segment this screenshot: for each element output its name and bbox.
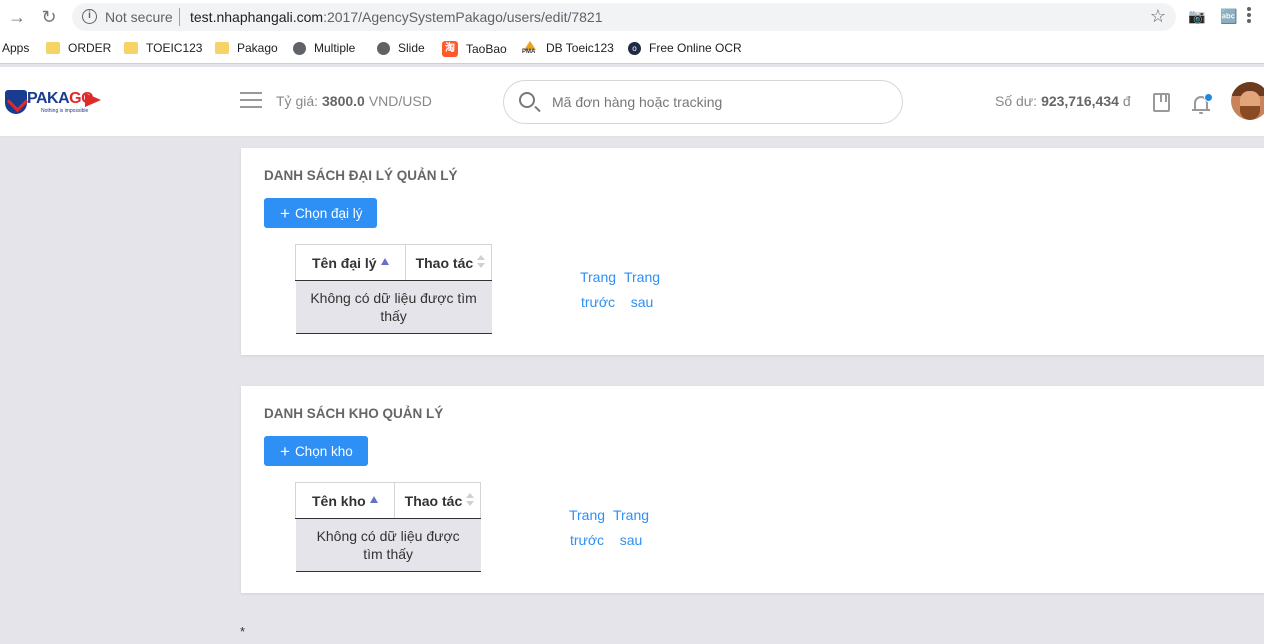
previous-page-link[interactable]: Trang trước [577,265,619,315]
choose-warehouse-button[interactable]: + Chọn kho [264,436,368,466]
table-row: Không có dữ liệu được tìm thấy [295,518,481,572]
warehouse-empty-message: Không có dữ liệu được tìm thấy [295,518,481,572]
url-host: test.nhaphangali.com [190,9,324,25]
bookmark-label: TaoBao [466,42,507,56]
bookmark-multiple[interactable]: Multiple [293,41,355,55]
bookmarks-bar: Apps ORDER TOEIC123 Pakago Multiple Slid… [0,34,1264,64]
next-page-link[interactable]: Trang sau [611,503,651,553]
notification-bell-icon[interactable] [1192,93,1213,114]
bookmark-taobao[interactable]: 淘 TaoBao [442,41,507,57]
warehouse-name-column-header[interactable]: Tên kho [295,482,395,519]
choose-agency-button[interactable]: + Chọn đại lý [264,198,378,228]
address-bar[interactable]: i Not secure test.nhaphangali.com:2017/A… [72,3,1176,31]
balance-label: Số dư: [995,93,1038,109]
warehouse-table: Tên kho Thao tác Không có dữ liệu được t… [295,482,482,572]
choose-agency-label: Chọn đại lý [294,205,363,221]
exchange-rate: Tỷ giá: 3800.0 VND/USD [276,93,432,109]
app-header: PAKAGO Nothing is impossible Tỷ giá: 3800… [0,67,1264,137]
table-row: Không có dữ liệu được tìm thấy [295,280,492,334]
balance-value: 923,716,434 [1041,93,1119,109]
balance-unit: đ [1122,93,1131,109]
sort-ascending-icon[interactable] [380,257,389,265]
order-search-box[interactable] [503,80,903,124]
previous-page-link[interactable]: Trang trước [566,503,608,553]
forward-arrow-icon[interactable]: → [6,6,28,28]
bookmark-order[interactable]: ORDER [46,41,111,55]
bookmark-label: Multiple [314,41,356,55]
shield-logo-icon [5,90,27,114]
bookmark-label: TOEIC123 [146,41,203,55]
globe-icon [377,41,390,55]
bookmark-label: Pakago [237,41,278,55]
extension-camera-icon[interactable]: 📷 [1187,6,1207,26]
bookmark-label: Apps [2,41,30,55]
user-avatar[interactable] [1231,82,1264,120]
plus-icon: + [280,203,290,223]
reload-icon[interactable]: ↻ [38,6,60,28]
agency-list-card: DANH SÁCH ĐẠI LÝ QUẢN LÝ + Chọn đại lý Tê… [241,148,1264,355]
logo-arrow-icon [85,93,101,107]
search-icon[interactable] [519,92,535,108]
sort-icon[interactable] [466,492,475,507]
bookmark-label: DB Toeic123 [546,41,614,55]
rate-unit: VND/USD [368,93,432,109]
account-balance: Số dư: 923,716,434 đ [995,93,1131,109]
order-search-input[interactable] [552,91,882,113]
bookmark-label: ORDER [68,41,112,55]
pma-icon [522,41,538,55]
bookmark-star-icon[interactable]: ☆ [1150,6,1166,27]
browser-toolbar: → ↻ i Not secure test.nhaphangali.com:20… [0,0,1264,34]
logo-text-paka: PAKA [27,90,70,107]
extension-translate-icon[interactable]: 🔤 [1219,6,1239,26]
saved-bookmark-icon[interactable] [1153,93,1170,112]
taobao-icon: 淘 [442,41,458,57]
pakago-logo[interactable]: PAKAGO Nothing is impossible [5,86,105,120]
url-path: :2017/AgencySystemPakago/users/edit/7821 [323,9,603,25]
folder-icon [46,42,60,54]
agency-actions-column-header[interactable]: Thao tác [404,244,493,281]
browser-menu-icon[interactable] [1246,5,1252,27]
logo-text: PAKAGO [27,90,94,108]
bookmark-db-toeic123[interactable]: DB Toeic123 [522,41,614,55]
agency-empty-message: Không có dữ liệu được tìm thấy [295,280,492,334]
sort-icon[interactable] [477,254,486,269]
choose-warehouse-label: Chọn kho [294,443,353,459]
folder-icon [215,42,229,54]
globe-icon [293,41,306,55]
column-header-label: Thao tác [404,492,463,509]
security-label[interactable]: Not secure [105,9,173,25]
agency-table: Tên đại lý Thao tác Không có dữ liệu đượ… [295,244,493,334]
menu-toggle-icon[interactable] [240,92,262,110]
bookmark-free-online-ocr[interactable]: o Free Online OCR [628,41,742,55]
info-icon[interactable]: i [82,9,97,24]
column-header-label: Tên đại lý [312,254,377,271]
next-page-link[interactable]: Trang sau [622,265,662,315]
url-text[interactable]: test.nhaphangali.com:2017/AgencySystemPa… [190,9,603,25]
warehouse-actions-column-header[interactable]: Thao tác [393,482,482,519]
required-asterisk: * [240,624,246,639]
bookmark-toeic123[interactable]: TOEIC123 [124,41,202,55]
ocr-icon: o [628,41,641,55]
agency-name-column-header[interactable]: Tên đại lý [295,244,406,281]
agency-section-title: DANH SÁCH ĐẠI LÝ QUẢN LÝ [264,168,458,183]
notification-dot [1204,93,1213,102]
plus-icon: + [280,441,290,461]
bookmark-apps[interactable]: Apps [2,41,29,55]
folder-icon [124,42,138,54]
sort-ascending-icon[interactable] [369,495,378,503]
bookmark-label: Free Online OCR [649,41,742,55]
rate-label: Tỷ giá: [276,93,319,109]
bookmark-slide[interactable]: Slide [377,41,425,55]
warehouse-section-title: DANH SÁCH KHO QUẢN LÝ [264,406,444,421]
address-divider [179,8,180,26]
rate-value: 3800.0 [322,93,365,109]
warehouse-list-card: DANH SÁCH KHO QUẢN LÝ + Chọn kho Tên kho … [241,386,1264,593]
logo-tagline: Nothing is impossible [41,108,89,114]
bookmark-pakago[interactable]: Pakago [215,41,278,55]
column-header-label: Thao tác [415,254,474,271]
column-header-label: Tên kho [312,492,366,509]
bookmark-label: Slide [398,41,425,55]
